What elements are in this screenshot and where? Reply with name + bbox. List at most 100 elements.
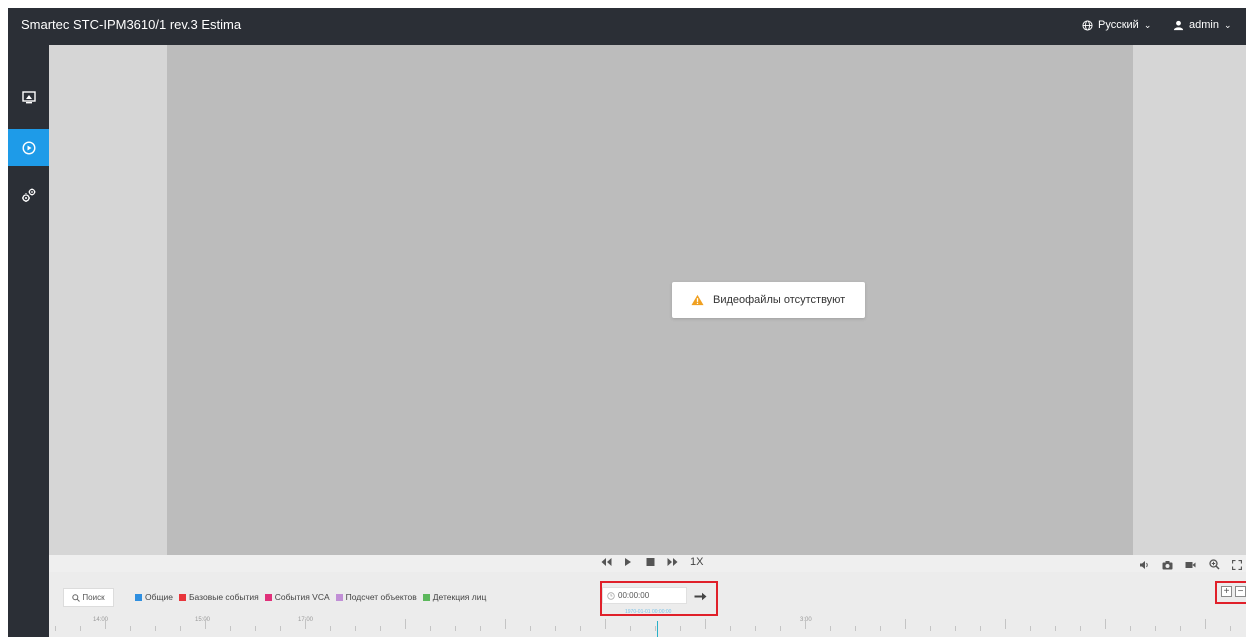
language-selector[interactable]: Русский ⌄ (1082, 19, 1151, 31)
user-name: admin (1189, 19, 1219, 31)
stop-icon[interactable] (646, 557, 655, 570)
timeline-tick (1130, 626, 1131, 631)
gears-icon (21, 188, 35, 202)
search-button[interactable]: Поиск (63, 588, 114, 607)
legend-label: Детекция лиц (432, 592, 487, 602)
legend-item-face-detection: Детекция лиц (422, 592, 487, 602)
timeline-tick (330, 626, 331, 631)
timeline-tick (780, 626, 781, 631)
zoom-in-icon[interactable] (1209, 557, 1220, 575)
forward-icon[interactable] (667, 557, 678, 570)
legend-swatch (178, 593, 186, 601)
timeline-tick (630, 626, 631, 631)
time-input[interactable]: 00:00:00 (602, 587, 687, 604)
timeline-tick (880, 626, 881, 631)
speed-label: 1X (690, 556, 704, 568)
timeline-tick (205, 619, 206, 629)
rewind-icon[interactable] (601, 557, 612, 570)
volume-icon[interactable] (1139, 557, 1150, 575)
legend-item-object-counting: Подсчет объектов (335, 592, 417, 602)
timeline[interactable]: 14:00 15:00 17:00 3:00 1970-01-01 00:00:… (49, 607, 1246, 637)
timeline-zoom-out-button[interactable]: − (1235, 586, 1246, 597)
timeline-tick (680, 626, 681, 631)
playback-controls: 1X Поиск Общие Базовые события События V… (49, 555, 1246, 637)
timeline-tick (530, 626, 531, 631)
go-to-time-button[interactable] (694, 588, 707, 606)
timeline-cursor-label: 1970-01-01 00:00:00 (625, 609, 672, 615)
app-title: Smartec STC-IPM3610/1 rev.3 Estima (21, 17, 242, 32)
no-video-message: Видеофайлы отсутствуют (672, 282, 865, 318)
sidebar-item-playback[interactable] (8, 129, 49, 166)
timeline-tick (230, 626, 231, 631)
timeline-tick (505, 619, 506, 629)
app-frame: Smartec STC-IPM3610/1 rev.3 Estima Русск… (8, 8, 1246, 637)
timeline-tick (1230, 626, 1231, 631)
video-area: Видеофайлы отсутствуют (49, 45, 1246, 555)
timeline-tick (1205, 619, 1206, 629)
sidebar (8, 45, 49, 637)
chevron-down-icon: ⌄ (1223, 19, 1232, 30)
legend-label: Общие (145, 592, 173, 602)
timeline-tick (655, 626, 656, 631)
video-viewport: Видеофайлы отсутствуют (167, 45, 1133, 555)
timeline-tick (1155, 626, 1156, 631)
monitor-icon (21, 91, 36, 104)
legend-swatch (264, 593, 272, 601)
record-icon[interactable] (1185, 557, 1196, 575)
legend-item-general: Общие (135, 592, 173, 602)
no-video-text: Видеофайлы отсутствуют (713, 294, 846, 306)
timeline-zoom-in-button[interactable]: + (1221, 586, 1232, 597)
timeline-tick (1055, 626, 1056, 631)
timeline-tick (255, 626, 256, 631)
search-icon (72, 593, 81, 602)
legend-swatch (135, 593, 142, 601)
timeline-tick (180, 626, 181, 631)
play-circle-icon (21, 140, 36, 155)
timeline-tick (855, 626, 856, 631)
timeline-tick (955, 626, 956, 631)
play-icon[interactable] (624, 557, 632, 570)
timeline-tick (1180, 626, 1181, 631)
timeline-cursor[interactable] (657, 621, 658, 637)
timeline-tick (930, 626, 931, 631)
snapshot-icon[interactable] (1162, 557, 1173, 575)
top-bar: Smartec STC-IPM3610/1 rev.3 Estima Русск… (8, 8, 1246, 45)
timeline-tick (155, 626, 156, 631)
legend-swatch (422, 593, 430, 601)
timeline-tick (1105, 619, 1106, 629)
legend-item-vca-events: События VCA (264, 592, 330, 602)
chevron-down-icon: ⌄ (1143, 19, 1152, 30)
timeline-tick (55, 626, 56, 631)
timeline-tick (830, 626, 831, 631)
clock-icon (607, 591, 615, 600)
timeline-tick (130, 626, 131, 631)
timeline-tick (355, 626, 356, 631)
timeline-tick (455, 626, 456, 631)
timeline-tick (730, 626, 731, 631)
timeline-tick (480, 626, 481, 631)
timeline-tick (580, 626, 581, 631)
legend-label: Базовые события (188, 592, 259, 602)
sidebar-item-live-view[interactable] (8, 79, 49, 116)
legend-label: Подсчет объектов (345, 592, 417, 602)
legend-item-basic-events: Базовые события (178, 592, 259, 602)
user-menu[interactable]: admin ⌄ (1173, 19, 1232, 31)
timeline-tick (80, 626, 81, 631)
timeline-tick (105, 619, 106, 629)
language-label: Русский (1098, 19, 1139, 31)
timeline-tick (305, 619, 306, 629)
timeline-tick (1080, 626, 1081, 631)
timeline-tick (705, 619, 706, 629)
timeline-tick (280, 626, 281, 631)
sidebar-item-settings[interactable] (8, 176, 49, 213)
globe-icon (1082, 19, 1093, 31)
warning-icon (691, 294, 704, 306)
timeline-tick (905, 619, 906, 629)
timeline-tick (605, 619, 606, 629)
search-label: Поиск (82, 593, 105, 602)
fullscreen-icon[interactable] (1231, 557, 1243, 575)
timeline-tick (980, 626, 981, 631)
timeline-label: 15:00 (195, 617, 211, 623)
event-legend: Общие Базовые события События VCA Подсче… (135, 592, 486, 602)
timeline-tick (1005, 619, 1006, 629)
